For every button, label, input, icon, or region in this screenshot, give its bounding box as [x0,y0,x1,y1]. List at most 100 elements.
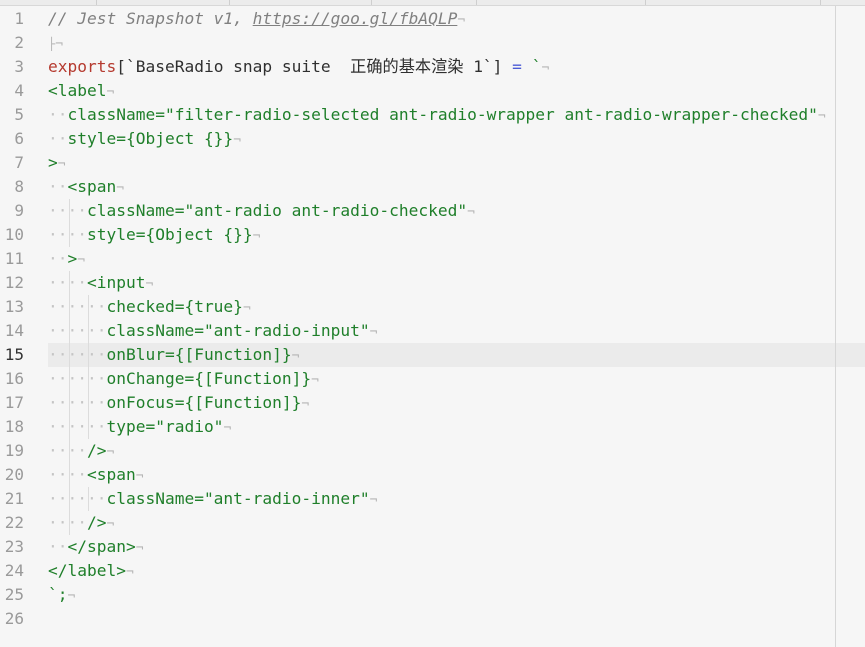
code-token: type="radio" [106,417,224,436]
code-line[interactable]: ······ onChange={[Function]}¬ [48,367,834,391]
code-token: className="filter-radio-selected ant-rad… [67,105,818,124]
tab-strip [0,0,865,6]
indent-dots: ·· [48,105,68,124]
line-number: 6 [14,129,24,148]
code-line[interactable]: ······ className="ant-radio-inner"¬ [48,487,834,511]
code-token: onFocus={[Function]} [106,393,302,412]
code-line[interactable]: </label>¬ [48,559,834,583]
code-line[interactable]: ······ type="radio"¬ [48,415,834,439]
code-line[interactable]: ······ className="ant-radio-input"¬ [48,319,834,343]
indent-dots: ······ [48,417,107,436]
end-of-line-marker: ¬ [57,157,66,172]
code-token: // Jest Snapshot v1, [48,9,253,28]
code-line[interactable]: <label¬ [48,79,834,103]
end-of-line-marker: ¬ [106,445,115,460]
code-line[interactable]: ··<span¬ [48,175,834,199]
indent-guide [88,391,89,415]
end-of-line-marker: ¬ [125,565,134,580]
end-of-line-marker: ¬ [106,517,115,532]
end-of-line-marker: ¬ [369,325,378,340]
indent-dots: ······ [48,489,107,508]
indent-dots: ···· [48,465,87,484]
end-of-line-marker: ¬ [135,469,144,484]
end-of-line-marker: ¬ [77,253,86,268]
end-of-line-marker: ¬ [67,589,76,604]
line-number: 12 [4,273,24,292]
line-number: 13 [4,297,24,316]
line-number: 18 [4,417,24,436]
code-line[interactable]: ···· style={Object {}}¬ [48,223,834,247]
code-line[interactable]: ··style={Object {}}¬ [48,127,834,151]
line-number: 7 [14,153,24,172]
code-line[interactable]: `;¬ [48,583,834,607]
code-token: /> [86,513,107,532]
code-token: </span> [67,537,136,556]
right-margin-rule [835,6,836,647]
code-line[interactable]: ···· <input¬ [48,271,834,295]
code-token: exports [48,57,117,76]
code-line[interactable]: ├¬ [48,31,834,55]
code-line[interactable]: exports[`BaseRadio snap suite 正确的基本渲染 1`… [48,55,834,79]
indent-dots: ······ [48,345,107,364]
line-number: 3 [14,57,24,76]
code-line[interactable]: ··</span>¬ [48,535,834,559]
end-of-line-marker: ¬ [135,541,144,556]
indent-dots: ······ [48,297,107,316]
indent-guide [68,415,70,439]
code-line[interactable]: ··>¬ [48,247,834,271]
indent-dots: ······ [48,369,107,388]
code-line[interactable]: ······ onBlur={[Function]}¬ [48,343,834,367]
line-number: 19 [4,441,24,460]
indent-dots: ······ [48,321,107,340]
code-token: </label> [48,561,126,580]
indent-guide [88,319,89,343]
code-line[interactable]: ······ checked={true}¬ [48,295,834,319]
code-token: className="ant-radio ant-radio-checked" [86,201,468,220]
code-token: <span [67,177,117,196]
indent-dots: ·· [48,537,68,556]
code-line[interactable]: ···· className="ant-radio ant-radio-check… [48,199,834,223]
code-line[interactable]: >¬ [48,151,834,175]
line-number-gutter: 1 2 3 4 5 6 7 8 9 10 11 12 13 14 15 16 17 18 19 20 21 22 23 24 2… [0,7,38,647]
indent-dots: ·· [48,129,68,148]
end-of-line-marker: ¬ [311,373,319,388]
code-line[interactable]: ····/>¬ [48,511,834,535]
code-line[interactable]: ··className="filter-radio-selected ant-r… [48,103,834,127]
line-number: 21 [4,489,24,508]
code-token: `; [48,585,68,604]
line-number: 8 [14,177,24,196]
code-token: checked={true} [106,297,243,316]
code-line[interactable]: ···· <span¬ [48,463,834,487]
indent-guide [88,487,89,511]
line-number: 24 [4,561,24,580]
code-token: /> [86,441,107,460]
code-token: onChange={[Function]} [106,369,312,388]
code-token: <label [48,81,107,100]
indent-guide [88,367,89,391]
indent-guide [68,319,70,343]
code-editor[interactable]: 1 2 3 4 5 6 7 8 9 10 11 12 13 14 15 16 17 18 19 20 21 22 23 24 2… [0,0,865,647]
code-line[interactable]: // Jest Snapshot v1, https://goo.gl/fbAQ… [48,7,834,31]
end-of-line-marker: ¬ [233,133,242,148]
code-token: className="ant-radio-inner" [106,489,370,508]
code-token: style={Object {}} [67,129,234,148]
end-of-line-marker: ¬ [106,85,115,100]
code-line[interactable] [48,607,834,631]
indent-dots: ·· [48,249,68,268]
code-line[interactable]: ····/>¬ [48,439,834,463]
indent-guide [68,487,70,511]
line-number: 11 [4,249,24,268]
code-token: <input [86,273,146,292]
code-token: style={Object {}} [86,225,253,244]
end-of-line-marker: ¬ [301,397,310,412]
end-of-line-marker: ¬ [55,37,64,52]
indent-guide [68,199,70,223]
line-number: 22 [4,513,24,532]
code-token: https://goo.gl/fbAQLP [252,9,458,28]
code-text-area[interactable]: // Jest Snapshot v1, https://goo.gl/fbAQ… [48,7,834,647]
code-line[interactable]: ······ onFocus={[Function]}¬ [48,391,834,415]
line-number: 2 [14,33,24,52]
code-token: > [48,153,58,172]
indent-guide [68,511,70,535]
indent-dots: ······ [48,393,107,412]
